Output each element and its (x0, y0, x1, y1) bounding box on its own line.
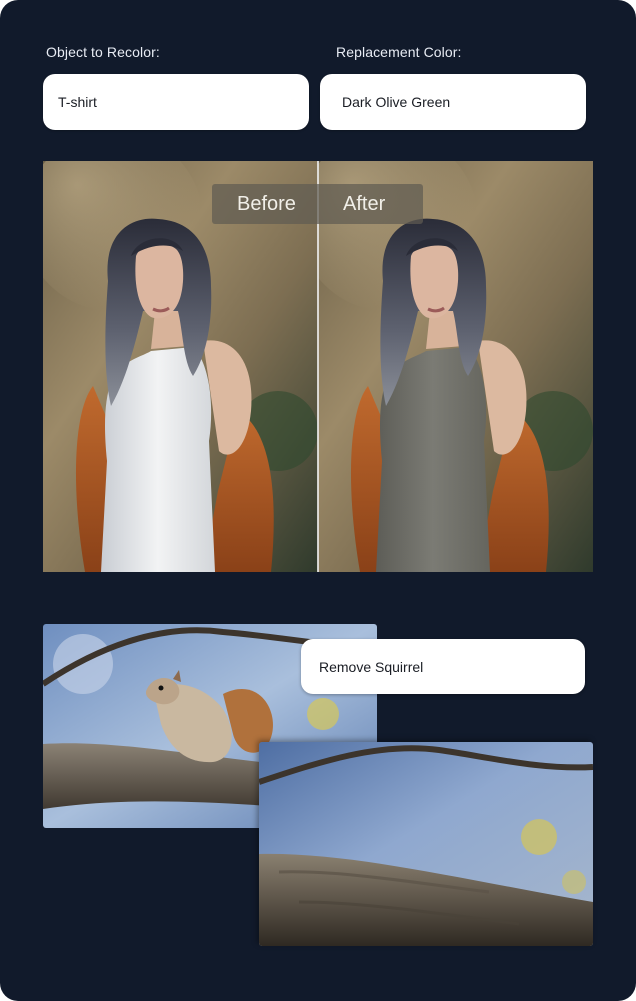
squirrel-removed-photo (259, 742, 593, 946)
recolor-tool-panel: Object to Recolor: Replacement Color: T-… (0, 0, 636, 1001)
object-to-recolor-input[interactable]: T-shirt (43, 74, 309, 130)
before-label: Before (237, 193, 296, 215)
before-after-comparison[interactable]: Before After (43, 161, 593, 572)
after-label: After (343, 193, 386, 215)
object-to-recolor-label: Object to Recolor: (46, 44, 160, 60)
replacement-color-label: Replacement Color: (336, 44, 462, 60)
replacement-color-input[interactable]: Dark Olive Green (320, 74, 586, 130)
remove-object-input[interactable]: Remove Squirrel (301, 639, 585, 694)
